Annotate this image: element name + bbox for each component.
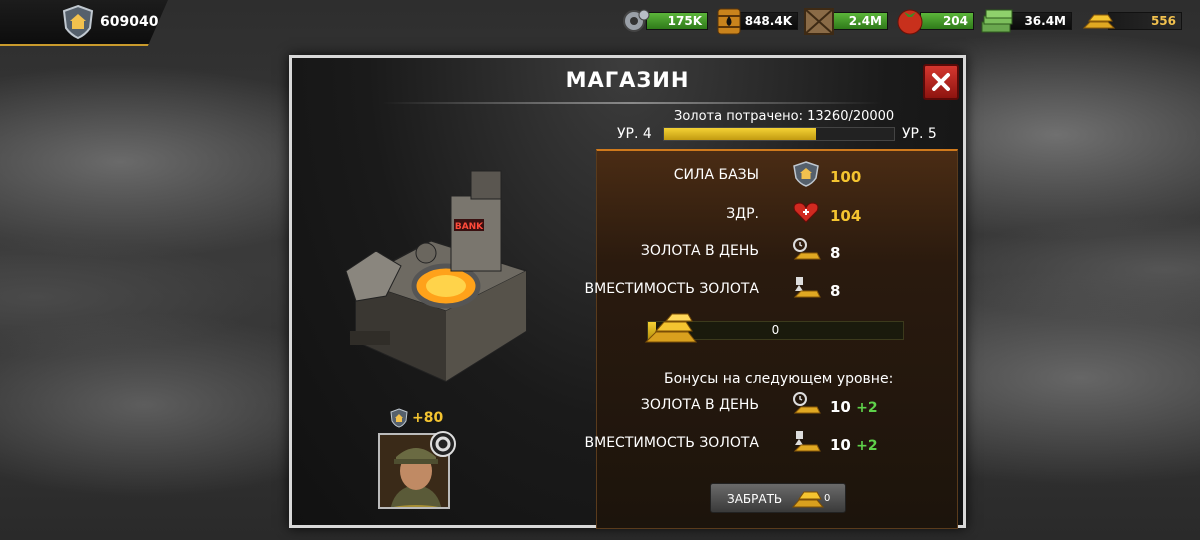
resource-supplies-value: 2.4M [828,12,888,30]
gold-spent-text: Золота потрачено: 13260/20000 [674,109,895,124]
commander-bonus: +80 [390,408,460,428]
base-shield-small-icon [390,408,408,428]
resource-gold[interactable]: 556 [1082,6,1182,36]
building-sign: BANK [455,222,484,232]
gold-bars-icon [1082,14,1116,29]
next-gold-capacity-label: ВМЕСТИМОСТЬ ЗОЛОТА [584,435,759,451]
title-divider [382,102,882,104]
next-gold-per-day-label: ЗОЛОТА В ДЕНЬ [640,397,759,413]
tomato-icon [897,9,923,35]
next-gold-per-day: 10 +2 [830,398,878,416]
gold-storage-value: 0 [771,323,780,337]
resource-cash[interactable]: 36.4M [980,6,1072,36]
resource-cash-value: 36.4M [1006,12,1072,30]
health-label: ЗДР. [726,206,759,222]
stats-panel: СИЛА БАЗЫ 100 ЗДР. 104 ЗОЛОТА В ДЕНЬ 8 В… [585,149,958,529]
oil-barrel-icon [717,8,741,35]
base-shield-icon [62,4,94,40]
next-gold-per-day-value: 10 [830,398,851,416]
collect-button[interactable]: ЗАБРАТЬ 0 [710,483,846,513]
resource-parts-value: 175K [646,12,708,30]
commander-bonus-value: +80 [412,410,444,426]
base-power-label: СИЛА БАЗЫ [673,167,759,183]
next-level-heading: Бонусы на следующем уровне: [664,371,894,387]
resource-food[interactable]: 204 [894,6,974,36]
collect-button-label: ЗАБРАТЬ [727,492,783,506]
resource-gold-value: 556 [1108,12,1182,30]
gold-capacity-value: 8 [830,282,841,300]
base-power-value: 609040 [100,14,159,30]
resource-oil[interactable]: 848.4K [712,6,798,36]
base-shield-icon [793,161,819,187]
resource-food-value: 204 [920,12,974,30]
close-icon [932,73,950,91]
gold-capacity-icon [793,277,821,298]
gold-bank-building[interactable]: BANK [336,161,546,386]
shop-dialog: МАГАЗИН Золота потрачено: 13260/20000 УР… [289,55,966,529]
gold-timer-icon [793,238,821,260]
level-progress-fill [664,128,817,140]
gear-parts-icon [623,9,650,32]
gold-storage-bar: 0 [644,313,904,343]
gold-per-day-label: ЗОЛОТА В ДЕНЬ [640,243,759,259]
gear-icon[interactable] [429,430,457,458]
base-power-value: 100 [830,168,862,186]
resource-parts[interactable]: 175K [620,6,708,36]
dialog-title: МАГАЗИН [565,68,690,92]
resource-oil-value: 848.4K [738,12,798,30]
crate-icon [804,8,834,35]
gold-per-day-value: 8 [830,244,841,262]
gold-capacity-icon [793,431,821,452]
base-power-box[interactable]: 609040 [0,0,168,46]
next-gold-per-day-bonus: +2 [856,400,878,416]
heart-icon [793,202,819,223]
next-gold-capacity: 10 +2 [830,436,878,454]
level-current: УР. 4 [617,126,652,142]
collect-amount: 0 [824,493,831,504]
cash-stack-icon [981,9,1013,33]
gold-timer-icon [793,392,821,414]
gold-bars-icon [791,491,825,508]
level-progress-bar [663,127,895,141]
health-value: 104 [830,207,862,225]
top-bar: 609040 175K 848.4K 2.4M 204 36.4M 556 [0,0,1200,46]
level-next: УР. 5 [902,126,937,142]
next-gold-capacity-value: 10 [830,436,851,454]
resource-supplies[interactable]: 2.4M [802,6,888,36]
gold-capacity-label: ВМЕСТИМОСТЬ ЗОЛОТА [584,281,759,297]
next-gold-capacity-bonus: +2 [856,438,878,454]
close-button[interactable] [923,64,959,100]
